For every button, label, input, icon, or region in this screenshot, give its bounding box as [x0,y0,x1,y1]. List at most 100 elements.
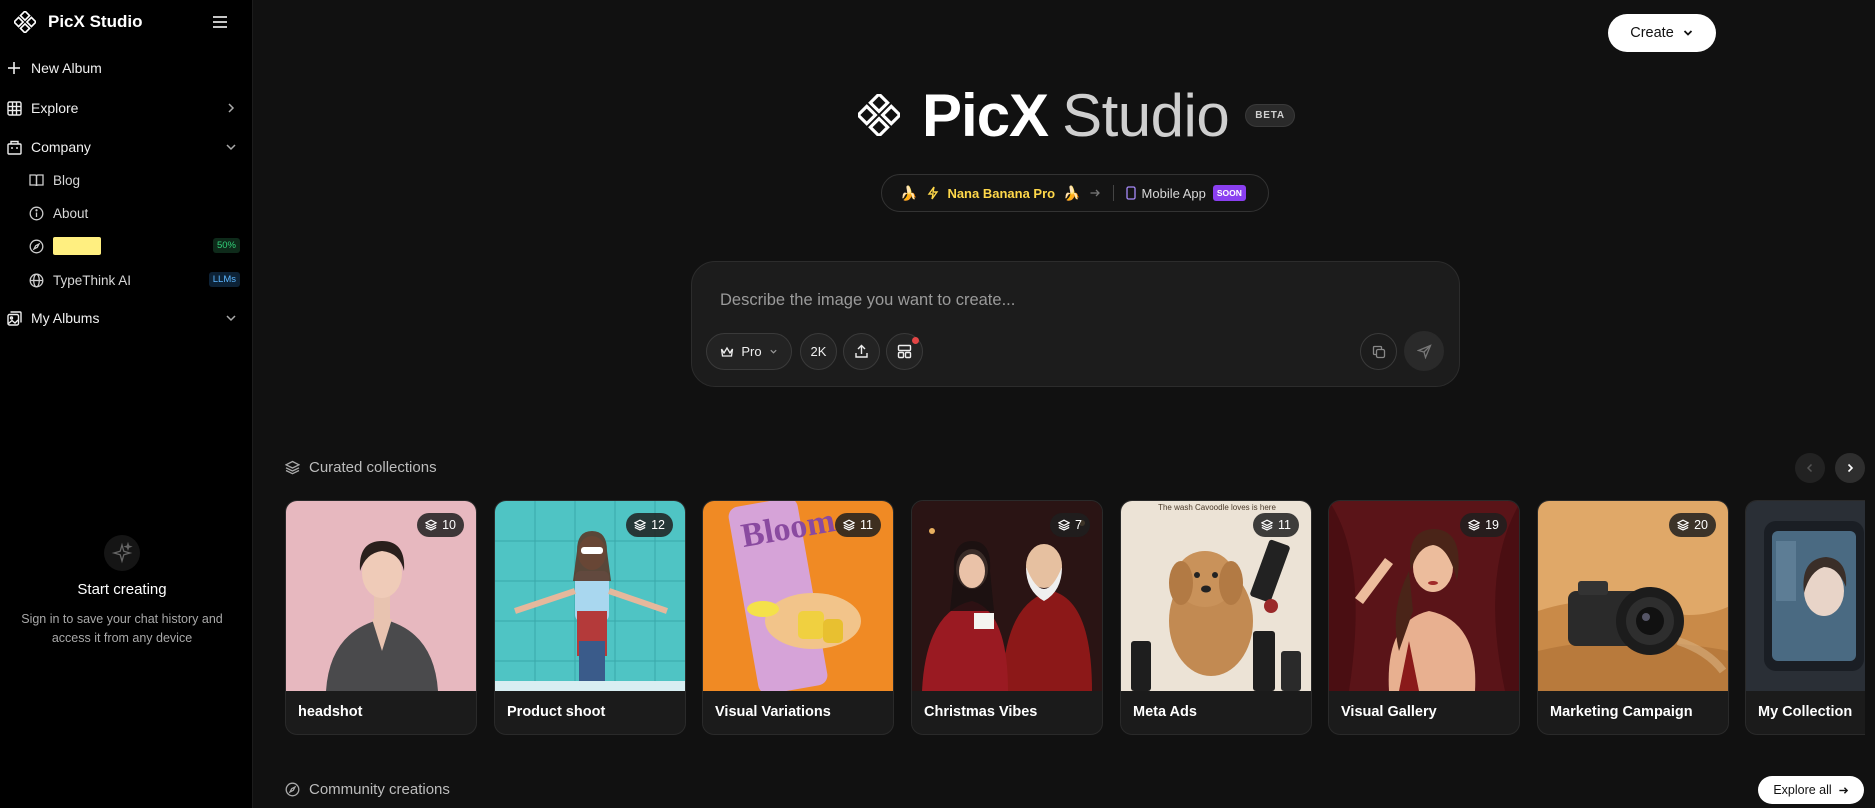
layers-icon [634,519,647,531]
company-label: Company [31,139,91,155]
explore-label: Explore [31,100,79,116]
collection-thumbnail [1746,501,1865,691]
prompt-input[interactable] [720,288,1420,312]
templates-button[interactable] [886,333,923,370]
resolution-button[interactable]: 2K [800,333,837,370]
collection-label: headshot [298,704,363,720]
bolt-icon [928,186,939,200]
sidebar-item-my-albums[interactable]: My Albums [6,304,242,332]
collections-carousel: 10 headshot 12 Product shoot Bloom 11 Vi… [285,500,1865,736]
mobile-app-label: Mobile App [1141,185,1206,201]
collection-label: Marketing Campaign [1550,704,1693,720]
my-albums-label: My Albums [31,310,100,326]
building-icon [6,139,22,155]
collection-card[interactable]: 20 Marketing Campaign [1537,500,1729,735]
collection-count-badge: 11 [1253,513,1299,537]
create-button[interactable]: Create [1608,14,1716,52]
layers-icon [843,519,856,531]
collection-count-badge: 12 [626,513,673,537]
chevron-right-icon [228,103,235,113]
chevron-right-icon [1847,463,1854,473]
sidebar-item-blog[interactable]: Blog [28,167,240,193]
sidebar-item-explore[interactable]: Explore [6,94,242,122]
collection-label: Christmas Vibes [924,704,1038,720]
sidebar-item-highlighted[interactable]: 50% [28,233,240,259]
collection-count: 11 [1278,518,1291,532]
soon-badge: SOON [1212,185,1246,201]
llms-badge: LLMs [208,272,240,287]
send-icon [1416,343,1432,359]
hero-title-bold: PicX [922,81,1049,149]
new-album-label: New Album [31,60,102,76]
brand[interactable]: PicX Studio [14,10,142,34]
upload-button[interactable] [843,333,880,370]
collection-count-badge: 10 [417,513,464,537]
crown-icon [721,346,734,357]
mobile-icon [1125,186,1136,200]
collection-count: 12 [651,518,665,532]
chevron-down-icon [1683,30,1692,36]
compass-icon [28,238,44,254]
collection-card[interactable]: 19 Visual Gallery [1328,500,1520,735]
about-label: About [53,205,89,221]
compass-icon [285,782,300,796]
start-creating-panel: Start creating Sign in to save your chat… [0,535,244,648]
globe-icon [28,272,44,288]
prompt-composer: Pro 2K [691,261,1460,387]
curated-collections-title: Curated collections [309,458,437,476]
collection-card[interactable]: 12 Product shoot [494,500,686,735]
collection-card[interactable]: My Collection [1745,500,1865,735]
chevron-down-icon [769,349,777,354]
layers-icon [1261,519,1274,531]
sidebar-item-about[interactable]: About [28,200,240,226]
create-label: Create [1630,25,1674,41]
promo-label: Nana Banana Pro [947,185,1056,201]
collection-label: Visual Gallery [1341,704,1437,720]
collection-card[interactable]: Bloom 11 Visual Variations [702,500,894,735]
collection-count: 11 [860,518,873,532]
grid-icon [6,100,22,116]
info-icon [28,205,44,221]
collection-card[interactable]: 10 headshot [285,500,477,735]
model-select[interactable]: Pro [706,333,792,370]
collection-label: Visual Variations [715,704,831,720]
blog-label: Blog [53,172,81,188]
hero-title: PicX Studio BETA [858,81,1295,149]
new-album-button[interactable]: New Album [6,54,242,82]
collection-card[interactable]: 7 Christmas Vibes [911,500,1103,735]
picx-logo-icon [14,11,36,33]
arrow-right-icon [1839,786,1848,794]
start-creating-desc-line1: Sign in to save your chat history and [21,612,223,626]
layers-icon [1468,519,1481,531]
picx-logo-icon [858,94,900,136]
hero-title-light: Studio [1062,81,1230,149]
start-creating-desc-line2: access it from any device [51,631,193,645]
collection-count: 20 [1694,518,1708,532]
copy-button[interactable] [1360,333,1397,370]
carousel-prev-button[interactable] [1795,453,1825,483]
chevron-left-icon [1806,463,1813,473]
percent-badge: 50% [212,238,240,253]
typethink-label: TypeThink AI [53,272,132,288]
announcement-pill[interactable]: 🍌 Nana Banana Pro 🍌 Mobile App SOON [881,174,1269,212]
collection-card[interactable]: The wash Cavoodle loves is here 11 Meta … [1120,500,1312,735]
layers-icon [1058,519,1071,531]
collection-label: My Collection [1758,704,1853,720]
collection-count-badge: 7 [1050,513,1090,537]
carousel-next-button[interactable] [1835,453,1865,483]
sidebar-item-typethink[interactable]: TypeThink AI LLMs [28,267,240,293]
sidebar-item-company[interactable]: Company [6,133,242,161]
notification-dot [912,337,919,344]
brand-name: PicX Studio [48,12,143,31]
meta-ad-banner-text: The wash Cavoodle loves is here [1158,503,1276,512]
book-icon [28,172,44,188]
explore-all-button[interactable]: Explore all [1758,776,1864,804]
collection-label: Product shoot [507,704,606,720]
model-label: Pro [741,344,762,359]
menu-toggle-icon[interactable] [210,12,230,32]
community-creations-heading: Community creations [285,779,450,799]
banana-icon: 🍌 [1063,184,1081,201]
sidebar: PicX Studio New Album Explore Company Bl… [0,0,253,808]
send-button[interactable] [1404,331,1444,371]
albums-icon [6,310,22,326]
